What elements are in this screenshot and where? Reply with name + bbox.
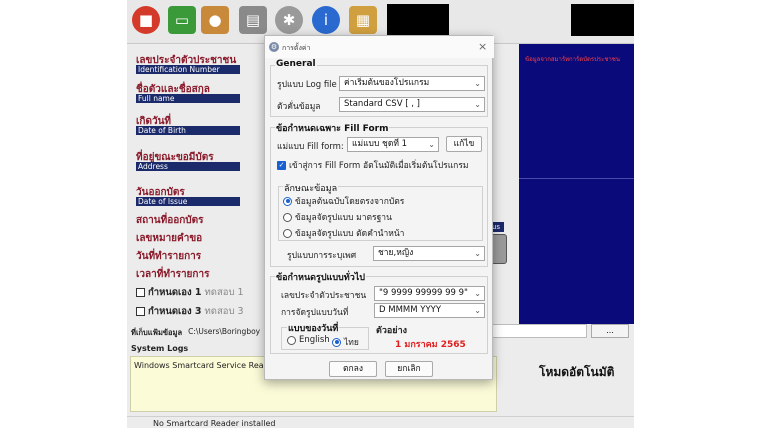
separator-label: ตัวคั่นข้อมูล bbox=[277, 102, 321, 112]
dialog-titlebar: ⚙ การตั้งค่า × bbox=[265, 36, 494, 58]
photo-panel: ข้อมูลจากสมาร์ทการ์ดบัตรประชาชน bbox=[519, 44, 634, 324]
field-label-en: Full name bbox=[136, 94, 240, 103]
data-option-0[interactable]: ข้อมูลต้นฉบับโดยตรงจากบัตร bbox=[283, 194, 404, 208]
field-label-en: Date of Birth bbox=[136, 126, 240, 135]
radio-button[interactable] bbox=[283, 212, 292, 222]
custom-check-label: กำหนดเอง 1 bbox=[148, 287, 202, 298]
chevron-down-icon: ⌄ bbox=[428, 140, 435, 149]
field-label-en: Address bbox=[136, 162, 240, 171]
log-select[interactable]: ค่าเริ่มต้นของโปรแกรม ⌄ bbox=[339, 76, 485, 91]
chevron-down-icon: ⌄ bbox=[474, 249, 481, 258]
date-format-label: การจัดรูปแบบวันที่ bbox=[281, 308, 349, 318]
radio-button[interactable] bbox=[287, 335, 296, 345]
custom-check-sub: ทดสอบ 3 bbox=[204, 306, 244, 317]
field-label-th: สถานที่ออกบัตร bbox=[136, 215, 204, 226]
gender-label: รูปแบบการระบุเพศ bbox=[287, 251, 357, 261]
auto-fillform-label: เข้าสู่การ Fill Form อัตโนมัติเมื่อเริ่ม… bbox=[289, 161, 469, 171]
group-title: General bbox=[275, 59, 317, 69]
field-label-th: วันที่ทำรายการ bbox=[136, 251, 202, 262]
chevron-down-icon: ⌄ bbox=[474, 79, 481, 88]
gender-select[interactable]: ชาย,หญิง ⌄ bbox=[373, 246, 485, 261]
folder-row: ที่เก็บแฟ้มข้อมูล C:\Users\Boringboy bbox=[131, 327, 260, 339]
log-label: รูปแบบ Log file bbox=[277, 80, 337, 90]
chevron-down-icon: ⌄ bbox=[474, 289, 481, 298]
lang-option-thai[interactable]: ไทย bbox=[332, 335, 359, 349]
sample-value: 1 มกราคม 2565 bbox=[395, 340, 466, 350]
data-option-label: ข้อมูลจัดรูปแบบ ตัดคำนำหน้า bbox=[295, 229, 405, 239]
group-title: ข้อกำหนดรูปแบบทั่วไป bbox=[275, 270, 366, 284]
custom-check-label: กำหนดเอง 3 bbox=[148, 306, 202, 317]
edit-template-button[interactable]: แก้ไข bbox=[446, 136, 482, 152]
gender-value: ชาย,หญิง bbox=[378, 248, 414, 258]
lang-option-english[interactable]: English bbox=[287, 335, 330, 345]
data-option-2[interactable]: ข้อมูลจัดรูปแบบ ตัดคำนำหน้า bbox=[283, 226, 404, 240]
ok-button[interactable]: ตกลง bbox=[329, 361, 377, 377]
custom-check-sub: ทดสอบ 1 bbox=[204, 287, 244, 298]
data-option-label: ข้อมูลจัดรูปแบบ มาตรฐาน bbox=[295, 213, 392, 223]
checkbox[interactable] bbox=[136, 307, 145, 316]
browse-button[interactable]: ... bbox=[591, 324, 629, 338]
log-value: ค่าเริ่มต้นของโปรแกรม bbox=[344, 78, 430, 88]
chevron-down-icon: ⌄ bbox=[474, 100, 481, 109]
lang-option-label: ไทย bbox=[344, 338, 359, 348]
separator-select[interactable]: Standard CSV [ , ] ⌄ bbox=[339, 97, 485, 112]
cancel-button[interactable]: ยกเลิก bbox=[385, 361, 433, 377]
checkbox[interactable] bbox=[136, 288, 145, 297]
black-block bbox=[387, 4, 449, 36]
custom-check-1[interactable]: กำหนดเอง 1 ทดสอบ 1 bbox=[136, 285, 244, 300]
field-label-en: Identification Number bbox=[136, 65, 240, 74]
folder-label: ที่เก็บแฟ้มข้อมูล bbox=[131, 328, 183, 337]
status-bar: No Smartcard Reader installed bbox=[127, 416, 634, 428]
settings-dialog: ⚙ การตั้งค่า × General รูปแบบ Log file ค… bbox=[264, 35, 494, 380]
info-icon[interactable]: i bbox=[312, 6, 340, 34]
card-fields: เลขประจำตัวประชาชน Identification Number… bbox=[127, 44, 267, 324]
data-option-1[interactable]: ข้อมูลจัดรูปแบบ มาตรฐาน bbox=[283, 210, 392, 224]
lang-option-label: English bbox=[299, 335, 330, 345]
group-title: แบบของวันที่ bbox=[287, 321, 340, 335]
radio-button[interactable] bbox=[283, 196, 292, 206]
field-label-th: เลขหมายคำขอ bbox=[136, 233, 203, 244]
printer-icon[interactable]: ▤ bbox=[239, 6, 267, 34]
date-format-value: D MMMM YYYY bbox=[379, 305, 442, 315]
radio-button[interactable] bbox=[332, 337, 341, 347]
folder-path: C:\Users\Boringboy bbox=[188, 327, 261, 336]
id-format-select[interactable]: "9 9999 99999 99 9" ⌄ bbox=[374, 286, 485, 301]
template-value: แม่แบบ ชุดที่ 1 bbox=[352, 139, 408, 149]
data-option-label: ข้อมูลต้นฉบับโดยตรงจากบัตร bbox=[295, 197, 405, 207]
sample-label: ตัวอย่าง bbox=[376, 326, 408, 336]
template-label: แม่แบบ Fill form: bbox=[277, 142, 344, 152]
settings-icon: ⚙ bbox=[269, 42, 279, 52]
side-button[interactable] bbox=[491, 234, 507, 264]
radio-button[interactable] bbox=[283, 228, 292, 238]
dialog-title: การตั้งค่า bbox=[282, 44, 311, 52]
id-format-value: "9 9999 99999 99 9" bbox=[379, 288, 468, 298]
separator-value: Standard CSV [ , ] bbox=[344, 99, 420, 109]
field-label-en: Date of Issue bbox=[136, 197, 240, 206]
log-line: Windows Smartcard Service Ready. bbox=[134, 361, 275, 370]
photo-panel-header: ข้อมูลจากสมาร์ทการ์ดบัตรประชาชน bbox=[525, 56, 620, 63]
clipboard-icon[interactable]: ▦ bbox=[349, 6, 377, 34]
group-title: ข้อกำหนดเฉพาะ Fill Form bbox=[275, 121, 390, 135]
card-icon[interactable]: ▭ bbox=[168, 6, 196, 34]
black-block-right bbox=[571, 4, 634, 36]
logs-title: System Logs bbox=[131, 344, 189, 353]
close-icon[interactable]: × bbox=[478, 40, 487, 53]
user-icon[interactable]: ● bbox=[201, 6, 229, 34]
gear-icon[interactable]: ✱ bbox=[275, 6, 303, 34]
chevron-down-icon: ⌄ bbox=[474, 306, 481, 315]
custom-check-3[interactable]: กำหนดเอง 3 ทดสอบ 3 bbox=[136, 304, 244, 319]
mode-label: โหมดอัตโนมัติ bbox=[539, 365, 615, 379]
group-title: ลักษณะข้อมูล bbox=[283, 181, 339, 195]
id-format-label: เลขประจำตัวประชาชน bbox=[281, 291, 367, 301]
auto-fillform-check[interactable]: ✓ เข้าสู่การ Fill Form อัตโนมัติเมื่อเริ… bbox=[277, 158, 469, 172]
checkmark-icon[interactable]: ✓ bbox=[277, 160, 286, 170]
field-label-th: เวลาที่ทำรายการ bbox=[136, 269, 210, 280]
photo-panel-lower bbox=[519, 178, 634, 324]
stop-icon[interactable]: ■ bbox=[132, 6, 160, 34]
date-format-select[interactable]: D MMMM YYYY ⌄ bbox=[374, 303, 485, 318]
template-select[interactable]: แม่แบบ ชุดที่ 1 ⌄ bbox=[347, 137, 439, 152]
